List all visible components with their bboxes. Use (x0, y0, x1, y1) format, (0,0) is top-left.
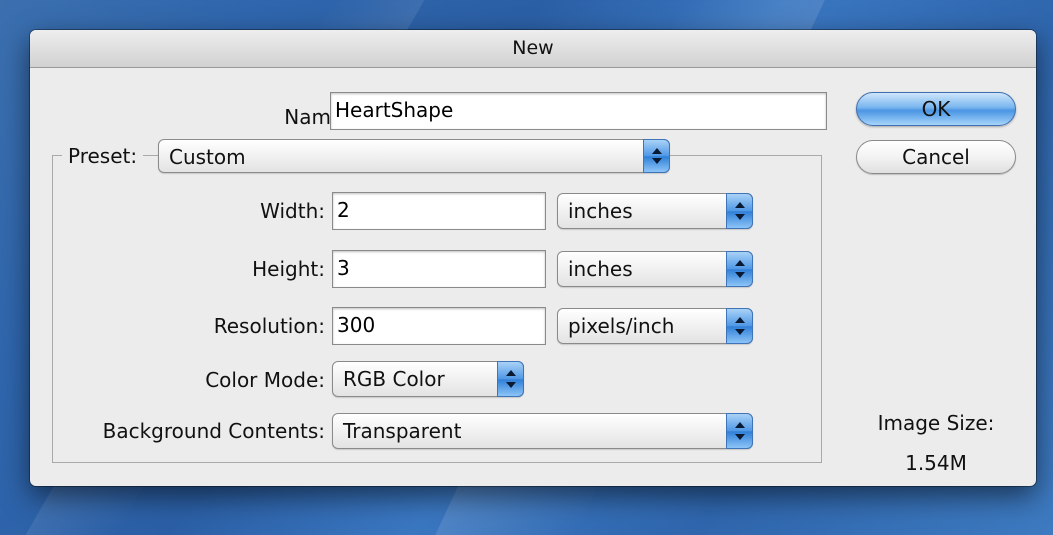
width-unit-value: inches (568, 199, 633, 223)
background-contents-label: Background Contents: (102, 419, 325, 443)
resolution-label: Resolution: (213, 314, 325, 338)
stepper-arrows-icon (643, 139, 670, 173)
color-mode-popup[interactable]: RGB Color (332, 361, 524, 397)
stepper-arrows-icon (726, 193, 753, 229)
preset-value: Custom (169, 145, 246, 169)
width-field[interactable]: 2 (332, 192, 546, 230)
dialog-title: New (30, 30, 1036, 68)
resolution-unit-value: pixels/inch (568, 314, 675, 338)
height-label: Height: (252, 257, 325, 281)
color-mode-label: Color Mode: (205, 368, 325, 392)
resolution-value: 300 (337, 313, 376, 337)
color-mode-value: RGB Color (343, 367, 445, 391)
image-size-value: 1.54M (905, 451, 967, 475)
height-unit-value: inches (568, 257, 633, 281)
stepper-arrows-icon (726, 413, 753, 449)
height-unit-popup[interactable]: inches (557, 251, 753, 287)
background-contents-value: Transparent (343, 419, 462, 443)
ok-button[interactable]: OK (856, 92, 1016, 126)
name-field[interactable]: HeartShape (330, 92, 827, 130)
background-contents-popup[interactable]: Transparent (332, 413, 753, 449)
preset-label: Preset: (68, 144, 138, 168)
new-document-dialog: New Name: HeartShape Preset: Custom Widt… (30, 30, 1036, 486)
width-unit-popup[interactable]: inches (557, 193, 753, 229)
image-size-label: Image Size: (877, 411, 995, 435)
stepper-arrows-icon (726, 251, 753, 287)
name-label: Name: (284, 105, 350, 129)
width-label: Width: (260, 199, 325, 223)
preset-popup[interactable]: Custom (158, 139, 670, 173)
resolution-unit-popup[interactable]: pixels/inch (557, 308, 753, 344)
stepper-arrows-icon (497, 361, 524, 397)
height-field[interactable]: 3 (332, 250, 546, 288)
cancel-button[interactable]: Cancel (856, 140, 1016, 174)
preset-legend: Preset: (62, 138, 144, 174)
stepper-arrows-icon (726, 308, 753, 344)
resolution-field[interactable]: 300 (332, 307, 546, 345)
